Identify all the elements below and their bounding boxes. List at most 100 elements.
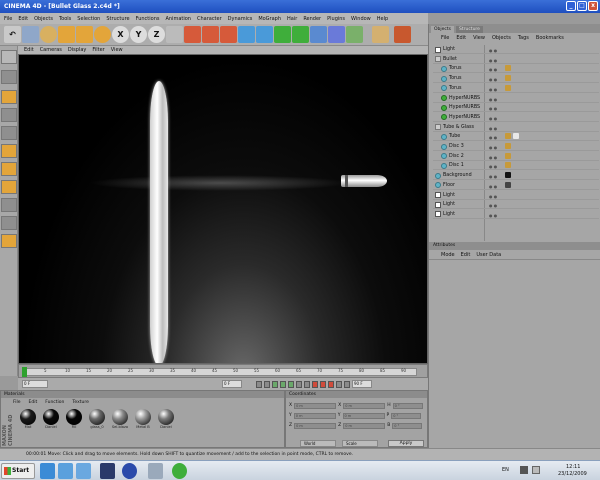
materials-menu-file[interactable]: File xyxy=(13,400,21,405)
next-key-button[interactable] xyxy=(296,380,302,388)
goto-end-button[interactable] xyxy=(304,380,310,388)
workplane-icon[interactable] xyxy=(1,216,17,230)
model-mode-icon[interactable] xyxy=(1,50,17,64)
rotation-field[interactable]: 0 ° xyxy=(391,412,422,419)
object-row[interactable]: Disc 3 ● ● xyxy=(433,142,599,151)
play-button[interactable] xyxy=(280,380,286,388)
language-indicator[interactable]: EN xyxy=(502,467,509,473)
visibility-dots[interactable]: ● ● xyxy=(489,56,497,65)
render-view-icon[interactable] xyxy=(184,26,201,43)
menu-animation[interactable]: Animation xyxy=(165,16,191,22)
array-icon[interactable] xyxy=(292,26,309,43)
explorer-icon[interactable] xyxy=(76,463,91,479)
tab-structure[interactable]: Structure xyxy=(456,26,483,33)
sculpt-icon[interactable] xyxy=(1,234,17,248)
edges-mode-icon[interactable] xyxy=(1,144,17,158)
material-tag-icon[interactable] xyxy=(505,84,511,91)
menu-objects[interactable]: Objects xyxy=(34,16,53,22)
object-row[interactable]: Light ● ● xyxy=(433,191,599,200)
rotate-tool-icon[interactable] xyxy=(94,26,111,43)
material-tag-icon[interactable] xyxy=(505,172,511,179)
render-picture-viewer-icon[interactable] xyxy=(202,26,219,43)
window-icon[interactable] xyxy=(148,463,163,479)
cube-primitive-icon[interactable] xyxy=(238,26,255,43)
materials-menu-edit[interactable]: Edit xyxy=(29,400,38,405)
visibility-dots[interactable]: ● ● xyxy=(489,65,497,74)
position-field[interactable]: 0 m xyxy=(293,412,336,419)
viewport-menu-view[interactable]: View xyxy=(111,47,123,53)
max-frame-field[interactable]: 90 F xyxy=(352,380,372,388)
live-selection-icon[interactable] xyxy=(40,26,57,43)
menu-character[interactable]: Character xyxy=(197,16,222,22)
visibility-dots[interactable]: ● ● xyxy=(489,153,497,162)
material-swatch[interactable]: Daniel xyxy=(157,409,175,429)
materials-menu-texture[interactable]: Texture xyxy=(72,400,88,405)
attributes-menu-user-data[interactable]: User Data xyxy=(476,252,501,258)
menu-help[interactable]: Help xyxy=(377,16,388,22)
nurbs-icon[interactable] xyxy=(274,26,291,43)
material-tag-icon[interactable] xyxy=(505,65,511,72)
3d-viewport[interactable] xyxy=(18,54,428,364)
redo-button[interactable] xyxy=(22,26,39,43)
scale-tool-icon[interactable] xyxy=(76,26,93,43)
polygons-mode-icon[interactable] xyxy=(1,162,17,176)
speaker-icon[interactable] xyxy=(532,466,540,474)
object-row[interactable]: Light ● ● xyxy=(433,200,599,210)
object-menu-tags[interactable]: Tags xyxy=(518,35,529,41)
visibility-dots[interactable]: ● ● xyxy=(489,211,497,220)
materials-menu-function[interactable]: Function xyxy=(45,400,64,405)
object-menu-bookmarks[interactable]: Bookmarks xyxy=(536,35,564,41)
object-row[interactable]: Disc 1 ● ● xyxy=(433,161,599,171)
move-tool-icon[interactable] xyxy=(58,26,75,43)
object-row[interactable]: Bullet ● ● xyxy=(433,55,599,64)
position-field[interactable]: 0 m xyxy=(294,422,337,429)
viewport-menu-cameras[interactable]: Cameras xyxy=(40,47,62,53)
size-mode-dropdown[interactable]: Scale xyxy=(342,440,378,447)
environment-icon[interactable] xyxy=(346,26,363,43)
viewport-menu-filter[interactable]: Filter xyxy=(92,47,104,53)
attributes-menu-mode[interactable]: Mode xyxy=(441,252,455,258)
coord-mode-dropdown[interactable]: World xyxy=(300,440,336,447)
next-frame-button[interactable] xyxy=(288,380,294,388)
menu-render[interactable]: Render xyxy=(303,16,321,22)
close-button[interactable]: x xyxy=(588,1,598,11)
camera-icon[interactable] xyxy=(372,26,389,43)
timeline-options-button[interactable] xyxy=(344,380,350,388)
size-field[interactable]: 0 m xyxy=(343,422,386,429)
material-swatch[interactable]: Metal B xyxy=(134,409,152,429)
object-row[interactable]: HyperNURBS ● ● xyxy=(433,103,599,113)
visibility-dots[interactable]: ● ● xyxy=(489,182,497,191)
material-tag-icon[interactable] xyxy=(505,162,511,169)
material-tag-icon[interactable] xyxy=(513,133,519,140)
x-axis-button[interactable]: X xyxy=(112,26,129,43)
material-swatch[interactable]: glass_0 xyxy=(88,409,106,429)
object-mode-icon[interactable] xyxy=(1,70,17,84)
object-row[interactable]: Disc 2 ● ● xyxy=(433,152,599,161)
visibility-dots[interactable]: ● ● xyxy=(489,104,497,113)
material-tag-icon[interactable] xyxy=(505,133,511,140)
material-swatch[interactable]: Mat xyxy=(19,409,37,429)
size-field[interactable]: 0 m xyxy=(342,412,385,419)
visibility-dots[interactable]: ● ● xyxy=(489,192,497,201)
keyframe-button[interactable] xyxy=(328,380,334,388)
rotation-field[interactable]: 0 ° xyxy=(392,402,423,409)
position-field[interactable]: 0 m xyxy=(294,402,337,409)
object-row[interactable]: Torus ● ● xyxy=(433,74,599,84)
viewport-menu-edit[interactable]: Edit xyxy=(24,47,34,53)
material-swatch[interactable]: Sel.blazo xyxy=(111,409,129,429)
network-icon[interactable] xyxy=(520,466,528,474)
material-tag-icon[interactable] xyxy=(505,75,511,82)
timeline[interactable]: 051015202530354045505560657075808590 xyxy=(18,364,428,378)
material-swatch[interactable]: Fill xyxy=(65,409,83,429)
menu-tools[interactable]: Tools xyxy=(59,16,71,22)
scene-icon[interactable] xyxy=(328,26,345,43)
goto-start-button[interactable] xyxy=(256,380,262,388)
object-row[interactable]: Background ● ● xyxy=(433,171,599,181)
start-button[interactable]: Start xyxy=(1,463,35,479)
menu-dynamics[interactable]: Dynamics xyxy=(228,16,253,22)
menu-functions[interactable]: Functions xyxy=(136,16,160,22)
key-settings-button[interactable] xyxy=(336,380,342,388)
timeline-track[interactable]: 051015202530354045505560657075808590 xyxy=(22,368,417,376)
current-frame-field[interactable]: 0 F xyxy=(222,380,242,388)
record-button[interactable] xyxy=(312,380,318,388)
